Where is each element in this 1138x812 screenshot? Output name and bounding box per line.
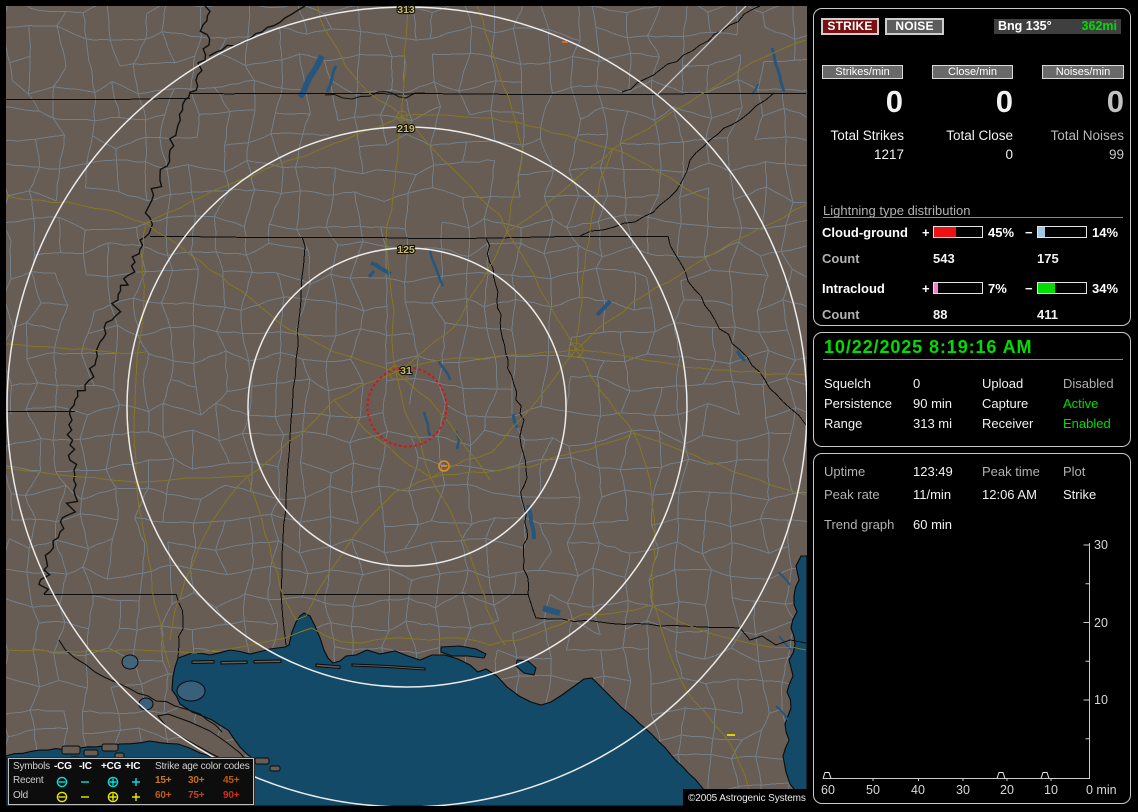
svg-text:219: 219 xyxy=(397,123,415,135)
svg-text:31: 31 xyxy=(400,365,412,377)
svg-text:20: 20 xyxy=(1094,616,1108,630)
svg-text:30: 30 xyxy=(956,783,970,797)
svg-text:50: 50 xyxy=(866,783,880,797)
svg-text:10: 10 xyxy=(1044,783,1058,797)
svg-text:40: 40 xyxy=(911,783,925,797)
svg-text:20: 20 xyxy=(1000,783,1014,797)
svg-text:0 min: 0 min xyxy=(1086,783,1117,797)
svg-text:60: 60 xyxy=(821,783,835,797)
svg-text:10: 10 xyxy=(1094,693,1108,707)
svg-text:125: 125 xyxy=(397,244,415,256)
svg-text:30: 30 xyxy=(1094,538,1108,552)
